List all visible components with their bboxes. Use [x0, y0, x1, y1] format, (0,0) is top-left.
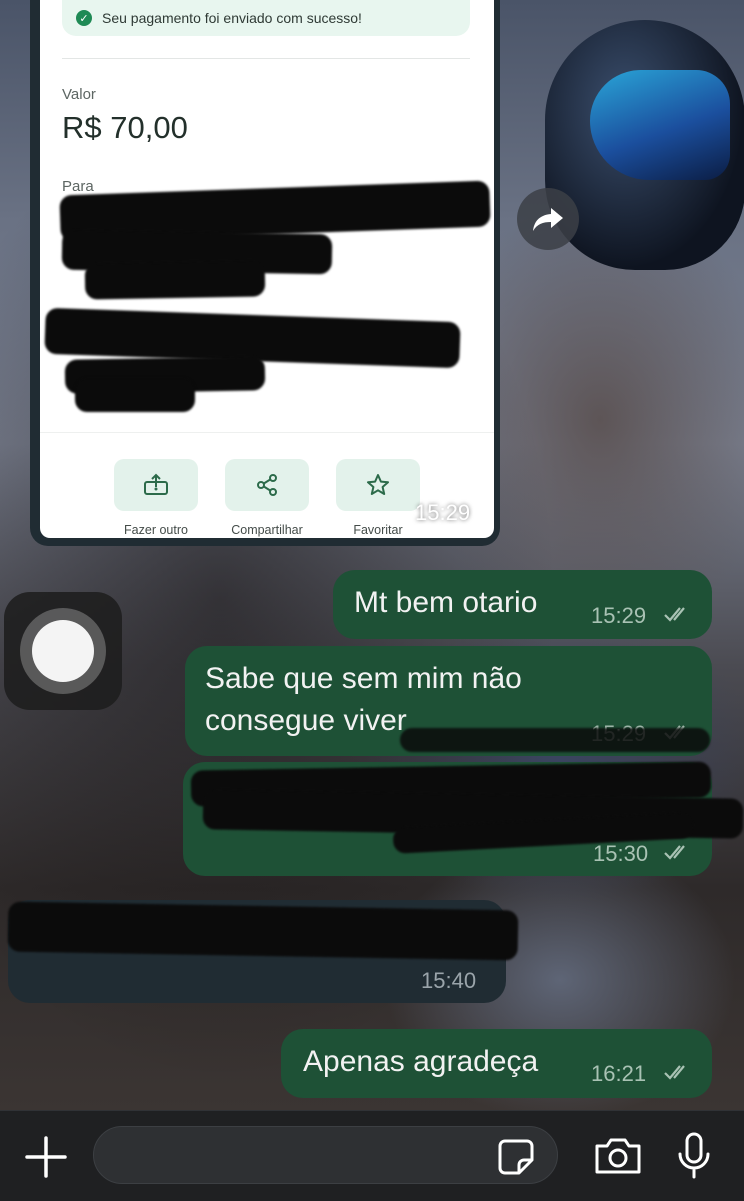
message-timestamp: 16:21 [591, 1061, 647, 1086]
read-receipt-icon [664, 845, 685, 860]
amount-value: R$ 70,00 [62, 110, 188, 145]
outgoing-message[interactable]: 15:30 [183, 761, 744, 876]
outgoing-message[interactable]: Apenas agradeça 16:21 [281, 1029, 712, 1098]
forward-arrow-icon [533, 208, 563, 231]
plus-icon[interactable] [24, 1135, 68, 1179]
message-input[interactable] [93, 1126, 558, 1184]
message-text: Apenas agradeça [303, 1045, 539, 1078]
amount-label: Valor [62, 86, 96, 103]
assistive-touch-ring [20, 608, 106, 694]
divider [62, 58, 470, 59]
redaction-scribble [75, 378, 195, 412]
success-text: Seu pagamento foi enviado com sucesso! [102, 10, 362, 26]
read-receipt-icon [664, 607, 685, 622]
assistive-touch-dot [32, 620, 94, 682]
divider [40, 432, 494, 433]
share-icon [257, 474, 277, 496]
message-timestamp: 15:29 [415, 500, 471, 525]
message-timestamp: 15:29 [591, 603, 647, 628]
message-text: Mt bem otario [354, 586, 538, 619]
wallpaper-visor [590, 70, 730, 180]
message-text-line1: Sabe que sem mim não [205, 662, 522, 695]
assistive-touch-button[interactable] [4, 592, 122, 710]
check-circle-icon: ✓ [76, 10, 92, 26]
sticker-icon[interactable] [497, 1138, 535, 1176]
share-label: Compartilhar [231, 523, 303, 537]
make-another-label: Fazer outro [124, 523, 188, 537]
message-text-line2: consegue viver [205, 704, 407, 737]
redaction-scribble [84, 260, 266, 300]
incoming-message[interactable]: 15:40 [7, 900, 519, 1003]
redaction-scribble [7, 901, 519, 961]
outgoing-message[interactable]: Mt bem otario 15:29 [333, 570, 712, 639]
microphone-icon[interactable] [676, 1132, 712, 1180]
forward-button[interactable] [517, 188, 579, 250]
redaction-scribble [400, 728, 710, 752]
receipt-share-icon [144, 473, 168, 495]
read-receipt-icon [664, 1065, 685, 1080]
star-icon [367, 474, 389, 495]
make-another-button[interactable] [114, 459, 198, 511]
recipient-label: Para [62, 178, 94, 195]
success-banner: ✓ Seu pagamento foi enviado com sucesso! [62, 0, 470, 36]
share-button[interactable] [225, 459, 309, 511]
camera-icon[interactable] [593, 1136, 643, 1176]
favorite-button[interactable] [336, 459, 420, 511]
message-timestamp: 15:30 [593, 841, 649, 866]
message-timestamp: 15:40 [421, 968, 477, 993]
payment-receipt-image[interactable]: ✓ Seu pagamento foi enviado com sucesso!… [40, 0, 494, 538]
